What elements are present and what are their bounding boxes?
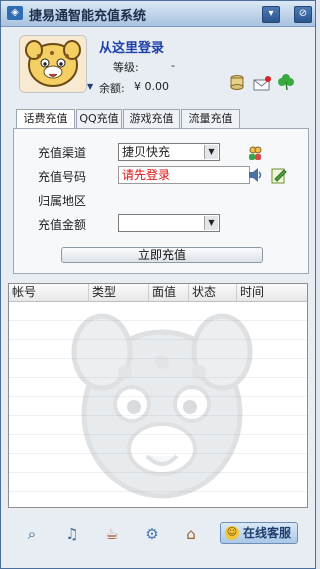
minimize-button[interactable]: ▾	[262, 6, 280, 23]
home-icon[interactable]: ⌂	[181, 525, 201, 543]
balance-label: 余额:	[99, 82, 125, 95]
smile-icon: ☺	[225, 526, 239, 540]
mascot-watermark-icon	[71, 313, 253, 499]
login-link[interactable]: 从这里登录	[99, 37, 164, 56]
online-service-button[interactable]: ☺ 在线客服	[220, 522, 298, 544]
bottom-toolbar: ⌕ ♫ ☕ ⚙ ⌂ ☺ 在线客服	[1, 517, 315, 568]
gear-icon[interactable]: ⚙	[142, 525, 162, 543]
close-button[interactable]: ⊘	[294, 6, 312, 23]
recharge-number-label: 充值号码	[38, 170, 87, 184]
column-face-value[interactable]: 面值	[149, 284, 189, 301]
recharge-now-button[interactable]: 立即充值	[61, 247, 263, 263]
window-title: 捷易通智能充值系统	[29, 9, 147, 24]
tab-game-recharge[interactable]: 游戏充值	[123, 109, 180, 128]
search-tool-icon[interactable]: ⌕	[22, 525, 42, 543]
records-table: 帐号 类型 面值 状态 时间	[8, 283, 308, 508]
mail-icon[interactable]	[253, 75, 271, 93]
note-edit-icon[interactable]	[270, 167, 288, 185]
column-status[interactable]: 状态	[189, 284, 237, 301]
online-service-label: 在线客服	[243, 526, 292, 540]
region-label: 归属地区	[38, 194, 87, 208]
level-value: -	[171, 59, 175, 72]
tab-phone-recharge[interactable]: 话费充值	[16, 109, 75, 129]
column-type[interactable]: 类型	[89, 284, 149, 301]
avatar-dropdown-icon[interactable]: ▼	[87, 82, 93, 91]
channel-select-value: 捷贝快充	[122, 145, 171, 159]
channel-label: 充值渠道	[38, 146, 87, 160]
amount-label: 充值金额	[38, 218, 87, 232]
contacts-icon[interactable]	[246, 144, 264, 162]
records-table-header: 帐号 类型 面值 状态 时间	[9, 284, 307, 302]
balance-value: ¥ 0.00	[134, 80, 169, 93]
recharge-number-input[interactable]: 请先登录	[118, 166, 250, 184]
coffee-icon[interactable]: ☕	[102, 525, 122, 543]
recharge-window: ◈ 捷易通智能充值系统 ▾ ⊘ ▼ 从这里登录 等级: - 余额: ¥ 0.00	[0, 0, 316, 569]
amount-dropdown-icon[interactable]: ▼	[204, 216, 218, 230]
avatar[interactable]	[19, 35, 87, 93]
channel-dropdown-icon[interactable]: ▼	[204, 145, 218, 159]
column-account[interactable]: 帐号	[9, 284, 89, 301]
channel-select[interactable]: 捷贝快充 ▼	[118, 143, 220, 161]
tab-data-recharge[interactable]: 流量充值	[181, 109, 240, 128]
title-bar[interactable]: ◈ 捷易通智能充值系统 ▾ ⊘	[1, 1, 315, 27]
recharge-panel: 充值渠道 捷贝快充 ▼ 充值号码 请先登录 归属地区 充值金额 ▼ 立即充值	[13, 128, 309, 274]
tab-qq-recharge[interactable]: QQ充值	[76, 109, 122, 128]
column-time[interactable]: 时间	[237, 284, 307, 301]
cartoon-avatar-icon	[20, 36, 86, 92]
volume-icon[interactable]: ♫	[62, 525, 82, 543]
app-logo-icon: ◈	[7, 6, 23, 20]
clover-icon[interactable]	[277, 73, 295, 91]
coins-icon[interactable]	[228, 74, 246, 92]
level-label: 等级:	[113, 61, 139, 74]
amount-select[interactable]: ▼	[118, 214, 220, 232]
speaker-icon[interactable]	[246, 166, 264, 184]
